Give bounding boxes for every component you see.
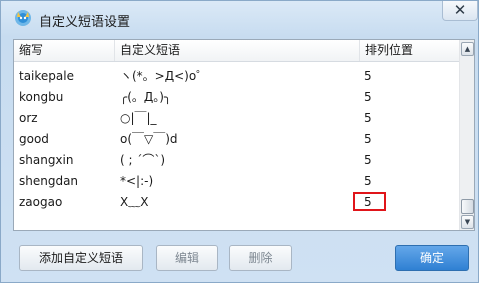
table-row[interactable]: zaogao X﹏X 5	[14, 192, 459, 213]
position-cell: 5	[364, 111, 372, 125]
table-row[interactable]: taikepale ヽ(*。>Д<)o゜ 5	[14, 66, 459, 87]
phrase-table: 缩写 自定义短语 排列位置 taikepale ヽ(*。>Д<)o゜ 5 kon…	[13, 39, 475, 231]
abbreviation-cell: taikepale	[19, 69, 74, 83]
app-logo-icon	[15, 10, 31, 26]
column-header-abbreviation[interactable]: 缩写	[14, 40, 114, 61]
scroll-down-button[interactable]: ▼	[461, 215, 474, 229]
close-icon: ✕	[453, 1, 467, 19]
abbreviation-cell: shengdan	[19, 174, 79, 188]
phrase-cell: X﹏X	[120, 195, 149, 209]
phrase-cell: ╭(。Д。)╮	[120, 90, 172, 104]
delete-button[interactable]: 删除	[229, 245, 292, 271]
edit-button[interactable]: 编辑	[156, 245, 218, 271]
position-cell: 5	[364, 174, 372, 188]
table-row[interactable]: good o(￣▽￣)d 5	[14, 129, 459, 150]
custom-phrase-settings-dialog: 自定义短语设置 ✕ 缩写 自定义短语 排列位置 taikepale ヽ(*。>Д…	[0, 0, 479, 283]
table-row[interactable]: orz ○|￣|_ 5	[14, 108, 459, 129]
ok-button[interactable]: 确定	[395, 245, 469, 271]
phrase-cell: ヽ(*。>Д<)o゜	[120, 69, 209, 83]
column-header-phrase[interactable]: 自定义短语	[114, 40, 359, 61]
dialog-title: 自定义短语设置	[39, 15, 131, 30]
vertical-scrollbar[interactable]: ▲ ▼	[459, 40, 474, 230]
scrollbar-thumb[interactable]	[461, 199, 474, 214]
table-header: 缩写 自定义短语 排列位置	[14, 40, 459, 62]
phrase-cell: ( ; ´⌒`)	[120, 153, 166, 167]
abbreviation-cell: kongbu	[19, 90, 64, 104]
triangle-down-icon: ▼	[464, 218, 471, 226]
position-cell: 5	[364, 90, 372, 104]
column-header-position[interactable]: 排列位置	[359, 40, 459, 61]
add-custom-phrase-button[interactable]: 添加自定义短语	[19, 245, 143, 271]
title-bar[interactable]: 自定义短语设置 ✕	[1, 1, 478, 37]
scroll-up-button[interactable]: ▲	[461, 42, 474, 56]
table-row[interactable]: shengdan *<|:-) 5	[14, 171, 459, 192]
table-row[interactable]: kongbu ╭(。Д。)╮ 5	[14, 87, 459, 108]
abbreviation-cell: zaogao	[19, 195, 63, 209]
phrase-cell: *<|:-)	[120, 174, 154, 188]
abbreviation-cell: good	[19, 132, 49, 146]
position-cell: 5	[364, 69, 372, 83]
phrase-cell: ○|￣|_	[120, 111, 157, 125]
abbreviation-cell: shangxin	[19, 153, 74, 167]
phrase-cell: o(￣▽￣)d	[120, 132, 178, 146]
triangle-up-icon: ▲	[464, 45, 471, 53]
position-highlight-box	[353, 192, 386, 211]
position-cell: 5	[364, 132, 372, 146]
position-cell: 5	[364, 153, 372, 167]
close-button[interactable]: ✕	[442, 1, 478, 21]
abbreviation-cell: orz	[19, 111, 38, 125]
table-row[interactable]: shangxin ( ; ´⌒`) 5	[14, 150, 459, 171]
